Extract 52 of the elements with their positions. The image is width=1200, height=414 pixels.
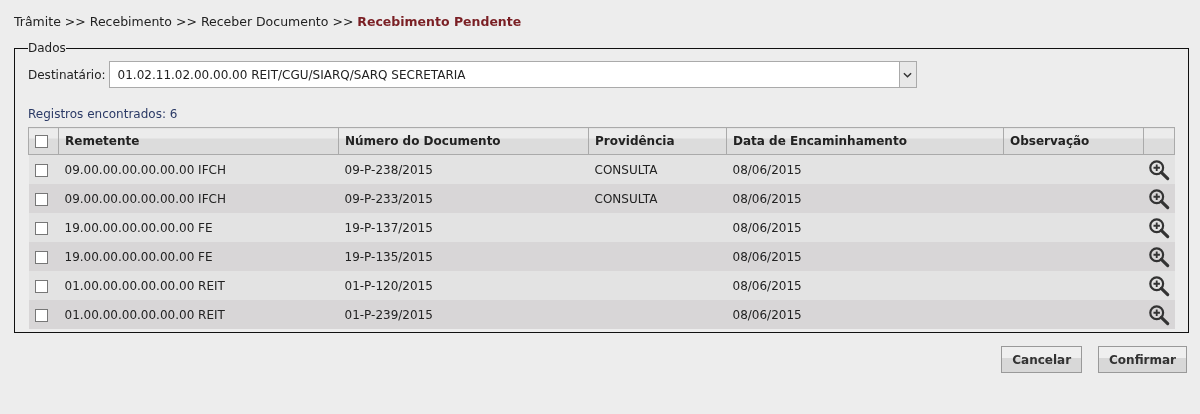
table-cell: 01-P-239/2015 [338,300,589,329]
breadcrumb-item[interactable]: Trâmite [14,13,61,31]
zoom-in-icon[interactable] [1147,216,1170,239]
confirm-button[interactable]: Confirmar [1098,346,1187,373]
record-count: Registros encontrados: 6 [28,107,179,121]
table-cell: 08/06/2015 [726,154,1004,184]
breadcrumb-item[interactable]: Recebimento [89,13,172,31]
table-cell: 19.00.00.00.00.00.00 FE [58,213,339,242]
table-cell: 19.00.00.00.00.00.00 FE [58,242,339,271]
table-cell: 01.00.00.00.00.00.00 REIT [58,300,339,329]
table-cell: 08/06/2015 [726,213,1004,242]
table-cell: 09-P-233/2015 [338,184,589,213]
breadcrumb-item[interactable]: Receber Documento [200,13,329,31]
checkbox[interactable] [34,163,48,177]
column-header: Número do Documento [338,127,589,155]
zoom-in-icon[interactable] [1147,158,1170,181]
table-cell: 09-P-238/2015 [338,154,589,184]
table-cell: 08/06/2015 [726,242,1004,271]
column-header: Remetente [58,127,339,155]
column-header: Observação [1003,127,1144,155]
checkbox[interactable] [34,221,48,235]
table-cell: 19-P-135/2015 [338,242,589,271]
zoom-in-icon[interactable] [1147,245,1170,268]
checkbox[interactable] [34,308,48,322]
fieldset-legend: Dados [28,41,66,55]
column-header: Providência [588,127,727,155]
table-cell: 01-P-120/2015 [338,271,589,300]
breadcrumb-separator: >> [64,13,86,31]
zoom-in-icon[interactable] [1147,274,1170,297]
zoom-in-icon[interactable] [1147,303,1170,326]
column-header: Data de Encaminhamento [726,127,1004,155]
table-cell: CONSULTA [588,184,727,213]
table-cell: 09.00.00.00.00.00.00 IFCH [58,184,339,213]
table-cell: 08/06/2015 [726,184,1004,213]
table-cell: 08/06/2015 [726,300,1004,329]
breadcrumb-separator: >> [175,13,197,31]
table-cell: 19-P-137/2015 [338,213,589,242]
breadcrumb-separator: >> [332,13,354,31]
table-cell: 08/06/2015 [726,271,1004,300]
breadcrumb-item: Recebimento Pendente [357,13,522,31]
field-label: Destinatário: [28,67,106,82]
zoom-in-icon[interactable] [1147,187,1170,210]
checkbox[interactable] [34,192,48,206]
recipient-dropdown[interactable]: 01.02.11.02.00.00.00 REIT/CGU/SIARQ/SARQ SECRETARIA [108,61,917,88]
table-cell: 09.00.00.00.00.00.00 IFCH [58,154,339,184]
cancel-button[interactable]: Cancelar [1001,346,1083,373]
checkbox[interactable] [35,135,48,148]
table-cell: CONSULTA [588,154,727,184]
table-cell: 01.00.00.00.00.00.00 REIT [58,271,339,300]
checkbox[interactable] [34,250,48,264]
checkbox[interactable] [34,279,48,293]
column-header [1143,127,1175,155]
